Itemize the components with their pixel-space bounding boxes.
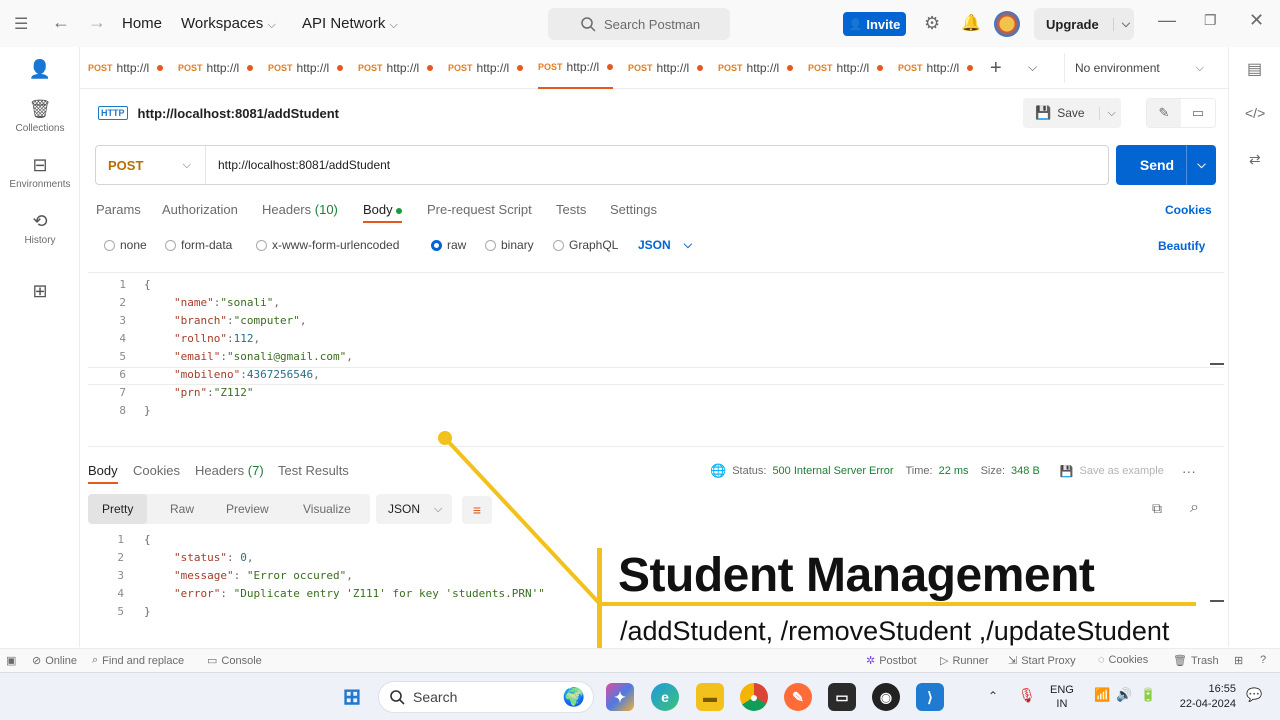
online-label: Online: [45, 654, 78, 667]
battery-icon[interactable]: 🔋: [1140, 687, 1156, 703]
wifi-icon[interactable]: 📶: [1094, 687, 1110, 703]
layout-grid-icon[interactable]: ⊞: [1234, 654, 1243, 667]
windows-start-icon[interactable]: ⊞: [338, 683, 366, 711]
terminal-icon[interactable]: ▭: [828, 683, 856, 711]
runner-icon: ▷: [940, 655, 949, 667]
clock-date: 22-04-2024: [1179, 698, 1236, 710]
trash-button[interactable]: 🗑 Trash: [1173, 654, 1219, 668]
find-replace-label: Find and replace: [102, 654, 185, 667]
cookies-label: Cookies: [1108, 654, 1149, 666]
console-label: Console: [221, 654, 262, 667]
notification-icon[interactable]: 💬: [1246, 687, 1262, 703]
online-status[interactable]: ⊘ Online: [32, 654, 78, 668]
language-top: ENG: [1050, 684, 1074, 696]
vscode-icon[interactable]: ⟩: [916, 683, 944, 711]
postbot-button[interactable]: ✲ Postbot: [866, 654, 917, 668]
edge-browser-icon[interactable]: e: [651, 683, 679, 711]
trash-label: Trash: [1190, 654, 1219, 667]
copilot-icon[interactable]: ✦: [606, 683, 634, 711]
console-button[interactable]: ▭ Console: [207, 654, 262, 668]
taskbar-search[interactable]: Search 🌍: [378, 681, 594, 713]
annotation-subtitle: /addStudent, /removeStudent ,/updateStud…: [620, 616, 1170, 646]
start-proxy-button[interactable]: ⇲ Start Proxy: [1008, 654, 1076, 668]
runner-button[interactable]: ▷ Runner: [940, 654, 989, 668]
language-indicator[interactable]: ENG IN: [1050, 683, 1074, 711]
status-bar: ▣ ⊘ Online ⌕ Find and replace ▭ Console ✲ Po…: [0, 648, 1280, 672]
clock[interactable]: 16:55 22-04-2024: [1170, 682, 1236, 712]
proxy-icon: ⇲: [1008, 655, 1018, 667]
search-icon: ⌕: [92, 654, 99, 666]
help-icon[interactable]: ?: [1260, 654, 1266, 666]
file-explorer-icon[interactable]: ▬: [696, 683, 724, 711]
postbot-label: Postbot: [879, 654, 917, 667]
start-proxy-label: Start Proxy: [1021, 654, 1076, 667]
find-replace-button[interactable]: ⌕ Find and replace: [92, 654, 184, 667]
trash-icon: 🗑: [1173, 655, 1187, 667]
clock-time: 16:55: [1208, 683, 1236, 695]
annotation-title: Student Management: [618, 549, 1095, 602]
toggle-sidebar-icon[interactable]: ▣: [6, 654, 16, 667]
console-icon: ▭: [207, 655, 218, 667]
obs-icon[interactable]: ◉: [872, 683, 900, 711]
language-bottom: IN: [1056, 698, 1068, 710]
check-circle-icon: ⊘: [32, 655, 42, 667]
chrome-icon[interactable]: ●: [740, 683, 768, 711]
postbot-icon: ✲: [866, 655, 876, 667]
annotation-vertical-bar: [597, 548, 602, 654]
search-icon: [390, 690, 405, 705]
annotation-pointer-line: [438, 431, 602, 606]
runner-label: Runner: [952, 654, 989, 667]
microphone-icon[interactable]: 🎙: [1018, 687, 1036, 704]
windows-taskbar: ⊞ Search 🌍 ✦ e ▬ ● ✎ ▭ ◉ ⟩ ⌃ 🎙 ENG IN 📶 …: [0, 672, 1280, 720]
taskbar-search-label: Search: [413, 689, 458, 705]
cookies-button[interactable]: ◌ Cookies: [1098, 654, 1148, 666]
postman-icon[interactable]: ✎: [784, 683, 812, 711]
cookie-icon: ◌: [1098, 654, 1105, 666]
speaker-icon[interactable]: 🔊: [1116, 687, 1132, 703]
chevron-up-icon[interactable]: ⌃: [988, 689, 998, 703]
globe-icon: 🌍: [562, 686, 585, 707]
